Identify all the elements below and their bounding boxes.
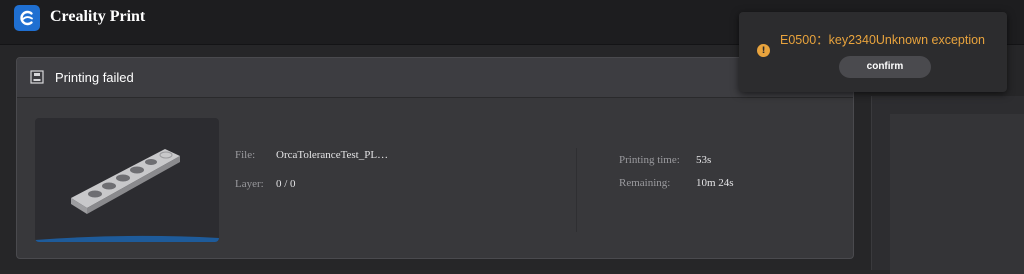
app-title: Creality Print — [50, 8, 146, 25]
remaining-label: Remaining: — [619, 177, 671, 189]
confirm-button[interactable]: confirm — [839, 56, 931, 78]
error-toast: ! E0500：key2340Unknown exception confirm — [739, 12, 1007, 92]
print-status-panel: Printing failed File: OrcaToleranceTest_… — [16, 57, 854, 259]
printer-icon — [30, 70, 44, 84]
panel-header: Printing failed — [17, 58, 853, 98]
layer-label: Layer: — [235, 178, 264, 190]
side-panel — [871, 96, 1024, 274]
warning-icon: ! — [757, 44, 770, 57]
creality-logo-icon — [14, 5, 40, 31]
layer-value: 0 / 0 — [276, 178, 296, 190]
side-panel-content — [890, 114, 1024, 274]
error-message: E0500：key2340Unknown exception — [780, 33, 985, 47]
file-label: File: — [235, 149, 256, 161]
printing-time-value: 53s — [696, 154, 712, 166]
divider — [576, 148, 577, 232]
print-status-title: Printing failed — [55, 70, 134, 85]
file-value: OrcaToleranceTest_PL… — [276, 149, 389, 161]
remaining-value: 10m 24s — [696, 177, 734, 189]
printing-time-label: Printing time: — [619, 154, 680, 166]
model-thumbnail — [35, 118, 219, 242]
